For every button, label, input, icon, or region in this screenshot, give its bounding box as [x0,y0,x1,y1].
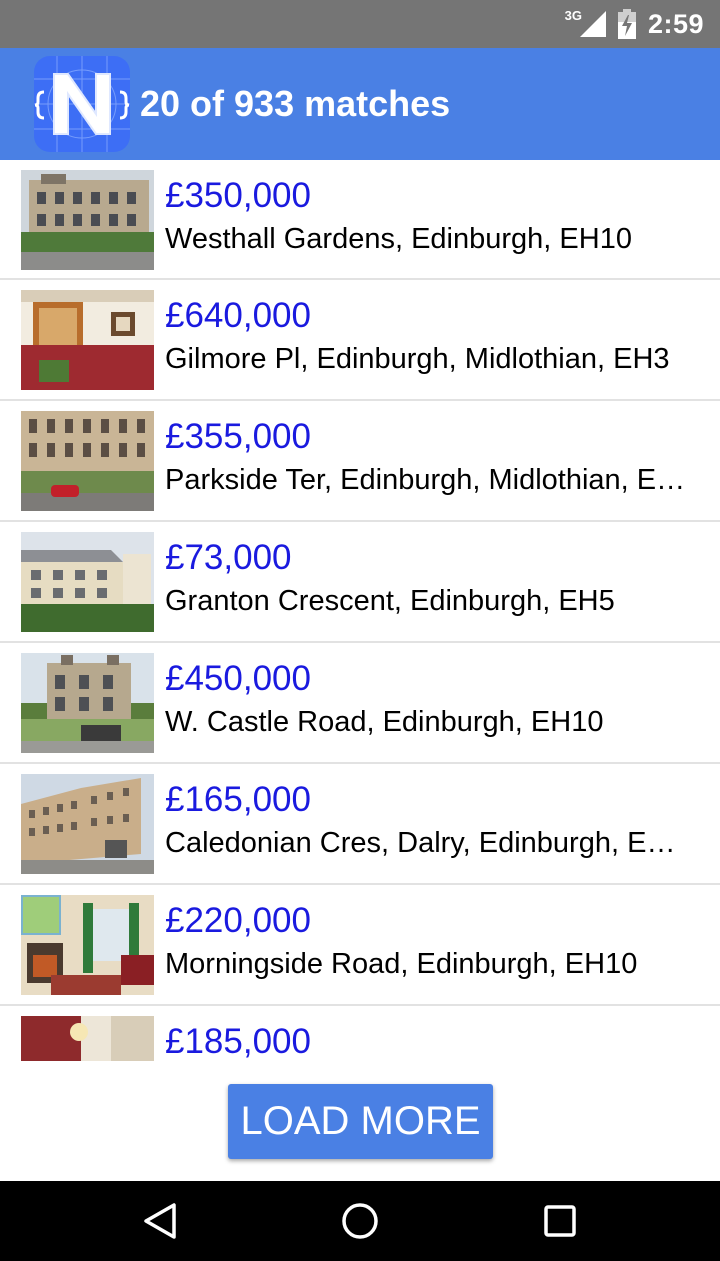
listing-item[interactable]: £640,000 Gilmore Pl, Edinburgh, Midlothi… [0,280,720,401]
listing-item[interactable]: £355,000 Parkside Ter, Edinburgh, Midlot… [0,401,720,522]
listing-address: W. Castle Road, Edinburgh, EH10 [165,706,604,738]
listing-list[interactable]: £350,000 Westhall Gardens, Edinburgh, EH… [0,160,720,1061]
status-bar: 3G 2:59 [0,0,720,48]
listing-address: Granton Crescent, Edinburgh, EH5 [165,585,615,617]
listing-text: £355,000 Parkside Ter, Edinburgh, Midlot… [165,415,695,501]
listing-text: £165,000 Caledonian Cres, Dalry, Edinbur… [165,778,695,864]
listing-address: Caledonian Cres, Dalry, Edinburgh, EH11 [165,827,690,859]
signal-icon [579,11,606,37]
listing-address: Gilmore Pl, Edinburgh, Midlothian, EH3 [165,343,670,375]
house-photo [21,532,154,632]
load-more-button[interactable]: LOAD MORE [228,1084,493,1159]
listing-price: £185,000 [165,1022,311,1061]
home-button[interactable] [300,1181,420,1261]
back-icon [144,1203,176,1239]
page-title: 20 of 933 matches [140,83,451,124]
app-logo-icon [34,56,130,152]
listing-address: Parkside Ter, Edinburgh, Midlothian, EH1… [165,464,690,496]
listing-address: Westhall Gardens, Edinburgh, EH10 [165,223,632,255]
listing-price: £73,000 [165,538,292,577]
listing-price: £220,000 [165,901,311,940]
listing-item[interactable]: £165,000 Caledonian Cres, Dalry, Edinbur… [0,764,720,885]
listing-item[interactable]: £185,000 [0,1006,720,1061]
battery-icon [617,9,636,39]
network-type-label: 3G [564,7,582,23]
clock: 2:59 [647,8,704,39]
listing-price: £165,000 [165,780,311,819]
house-photo [21,895,154,995]
listing-price: £640,000 [165,296,311,335]
recents-button[interactable] [500,1181,620,1261]
listing-price: £355,000 [165,417,311,456]
listing-text: £640,000 Gilmore Pl, Edinburgh, Midlothi… [165,294,695,380]
listing-price: £450,000 [165,659,311,698]
listing-text: £350,000 Westhall Gardens, Edinburgh, EH… [165,174,695,260]
listing-text: £73,000 Granton Crescent, Edinburgh, EH5 [165,536,695,622]
home-icon [342,1203,378,1239]
house-photo [21,411,154,511]
listing-text: £220,000 Morningside Road, Edinburgh, EH… [165,899,695,985]
recents-icon [544,1205,576,1237]
listing-item[interactable]: £73,000 Granton Crescent, Edinburgh, EH5 [0,522,720,643]
listing-address: Morningside Road, Edinburgh, EH10 [165,948,638,980]
house-photo [21,774,154,874]
house-photo [21,170,154,270]
listing-price: £350,000 [165,176,311,215]
listing-item[interactable]: £450,000 W. Castle Road, Edinburgh, EH10 [0,643,720,764]
listing-text: £185,000 [165,1020,695,1061]
back-button[interactable] [100,1181,220,1261]
navigation-bar [0,1181,720,1261]
listing-item[interactable]: £350,000 Westhall Gardens, Edinburgh, EH… [0,160,720,280]
action-bar: 20 of 933 matches [0,48,720,160]
listing-item[interactable]: £220,000 Morningside Road, Edinburgh, EH… [0,885,720,1006]
house-photo [21,1016,154,1061]
house-photo [21,290,154,390]
listing-text: £450,000 W. Castle Road, Edinburgh, EH10 [165,657,695,743]
status-icons: 3G 2:59 [565,0,704,48]
house-photo [21,653,154,753]
